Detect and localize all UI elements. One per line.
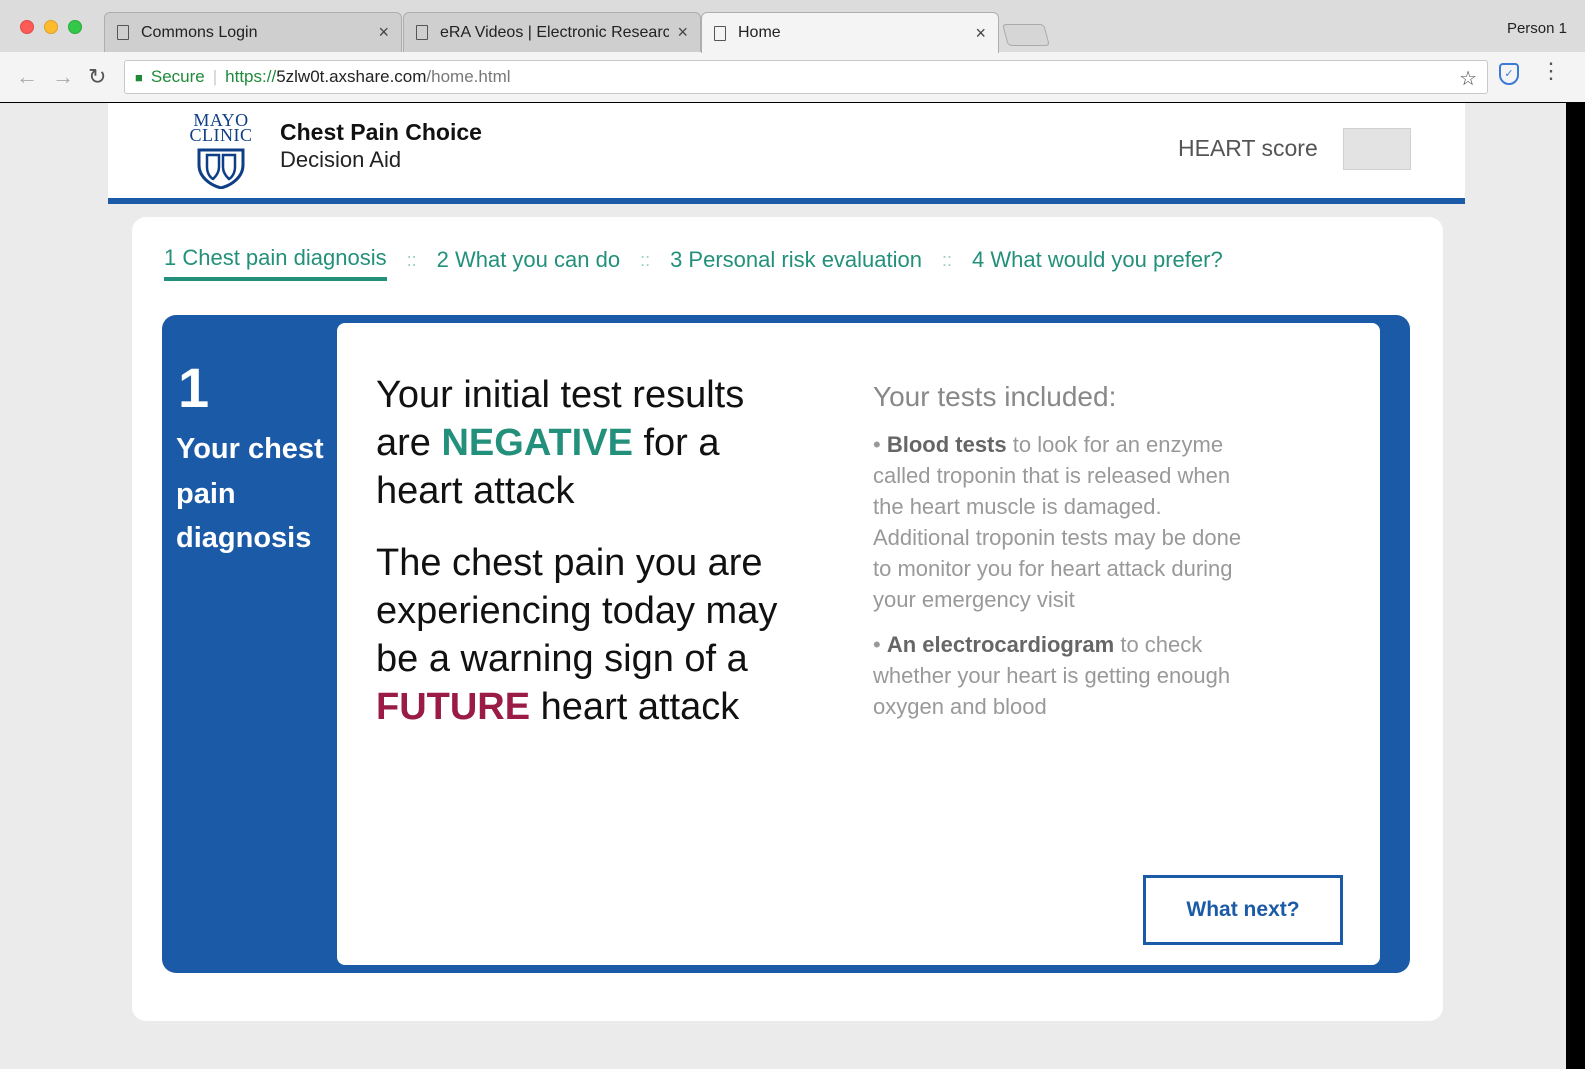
tab-era-videos[interactable]: eRA Videos | Electronic Research Adminis…: [403, 12, 701, 52]
url-path: /home.html: [426, 67, 511, 86]
future-warning-text: The chest pain you are experiencing toda…: [376, 539, 796, 731]
document-icon: [117, 25, 129, 40]
tab-label: Home: [738, 24, 781, 41]
url-host: 5zlw0t.axshare.com: [276, 67, 427, 86]
star-icon[interactable]: ☆: [1459, 66, 1477, 91]
document-icon: [714, 25, 726, 41]
tests-included: Your tests included: • Blood tests to lo…: [873, 381, 1253, 736]
lead-text: The chest pain you are experiencing toda…: [376, 542, 778, 680]
diagnosis-panel: 1 Your chest pain diagnosis Your initial…: [162, 315, 1410, 973]
tab-commons-login[interactable]: Commons Login ×: [104, 12, 402, 52]
app-header: MAYO CLINIC Chest Pain Choice Decision A…: [108, 103, 1465, 204]
test-name: Blood tests: [886, 432, 1007, 457]
heart-score-box[interactable]: [1343, 128, 1411, 170]
page-viewport: MAYO CLINIC Chest Pain Choice Decision A…: [0, 103, 1566, 1069]
close-tab-icon[interactable]: ×: [378, 22, 389, 43]
step-4-what-would-you-prefer[interactable]: 4 What would you prefer?: [972, 247, 1223, 279]
negative-result-text: Your initial test results are NEGATIVE f…: [376, 371, 796, 515]
reload-icon[interactable]: ↻: [88, 64, 106, 90]
profile-button[interactable]: Person 1: [1507, 20, 1567, 37]
step-separator: ::: [406, 249, 417, 270]
step-3-personal-risk-evaluation[interactable]: 3 Personal risk evaluation: [670, 247, 922, 279]
test-item-blood: • Blood tests to look for an enzyme call…: [873, 432, 1242, 612]
test-item-ecg: • An electrocardiogram to check whether …: [873, 632, 1231, 719]
app-title: Chest Pain Choice: [280, 119, 482, 145]
mayo-clinic-logo: MAYO CLINIC: [186, 111, 256, 189]
tab-home[interactable]: Home ×: [701, 12, 999, 53]
future-emphasis: FUTURE: [376, 686, 531, 728]
back-arrow-icon[interactable]: ←: [16, 64, 38, 90]
close-tab-icon[interactable]: ×: [677, 22, 688, 43]
step-1-chest-pain-diagnosis[interactable]: 1 Chest pain diagnosis: [164, 245, 387, 281]
step-navigation: 1 Chest pain diagnosis :: 2 What you can…: [164, 245, 1223, 281]
tab-label: Commons Login: [141, 23, 258, 41]
url-scheme: https://: [225, 67, 277, 86]
tests-title: Your tests included:: [873, 381, 1117, 412]
close-tab-icon[interactable]: ×: [975, 23, 986, 44]
step-2-what-you-can-do[interactable]: 2 What you can do: [437, 247, 620, 279]
lead-text: heart attack: [530, 686, 740, 728]
tab-label: eRA Videos | Electronic Research Adminis…: [440, 23, 670, 41]
browser-toolbar: ← → ↻ ■ Secure | https:// 5zlw0t.axshare…: [0, 52, 1585, 102]
test-name: An electrocardiogram: [886, 632, 1115, 657]
step-number: 1: [178, 356, 210, 419]
step-separator: ::: [942, 249, 953, 270]
app-subtitle: Decision Aid: [280, 147, 402, 172]
shield-extension-icon[interactable]: ✓: [1499, 63, 1519, 85]
menu-dots-icon[interactable]: ⋮: [1540, 60, 1562, 82]
shields-icon: [197, 148, 245, 189]
address-divider: |: [212, 67, 218, 86]
what-next-button[interactable]: What next?: [1143, 875, 1343, 945]
heart-score-label: HEART score: [1178, 135, 1318, 161]
close-window-button[interactable]: [20, 20, 34, 34]
new-tab-button[interactable]: [1002, 24, 1050, 46]
address-bar[interactable]: ■ Secure | https:// 5zlw0t.axshare.com /…: [124, 60, 1488, 94]
panel-title: Your chest pain diagnosis: [176, 433, 324, 554]
logo-text-clinic: CLINIC: [189, 125, 253, 145]
secure-label: Secure: [150, 67, 205, 86]
maximize-window-button[interactable]: [68, 20, 82, 34]
negative-emphasis: NEGATIVE: [441, 422, 633, 464]
document-icon: [416, 25, 428, 40]
content-card: 1 Chest pain diagnosis :: 2 What you can…: [132, 217, 1443, 1021]
tab-bar: Commons Login × eRA Videos | Electronic …: [0, 0, 1585, 53]
panel-content: Your initial test results are NEGATIVE f…: [337, 323, 1380, 965]
step-separator: ::: [640, 249, 651, 270]
forward-arrow-icon[interactable]: →: [52, 64, 74, 90]
minimize-window-button[interactable]: [44, 20, 58, 34]
lock-icon: ■: [135, 69, 143, 85]
browser-chrome: Commons Login × eRA Videos | Electronic …: [0, 0, 1585, 102]
test-description: to look for an enzyme called troponin th…: [873, 432, 1242, 612]
